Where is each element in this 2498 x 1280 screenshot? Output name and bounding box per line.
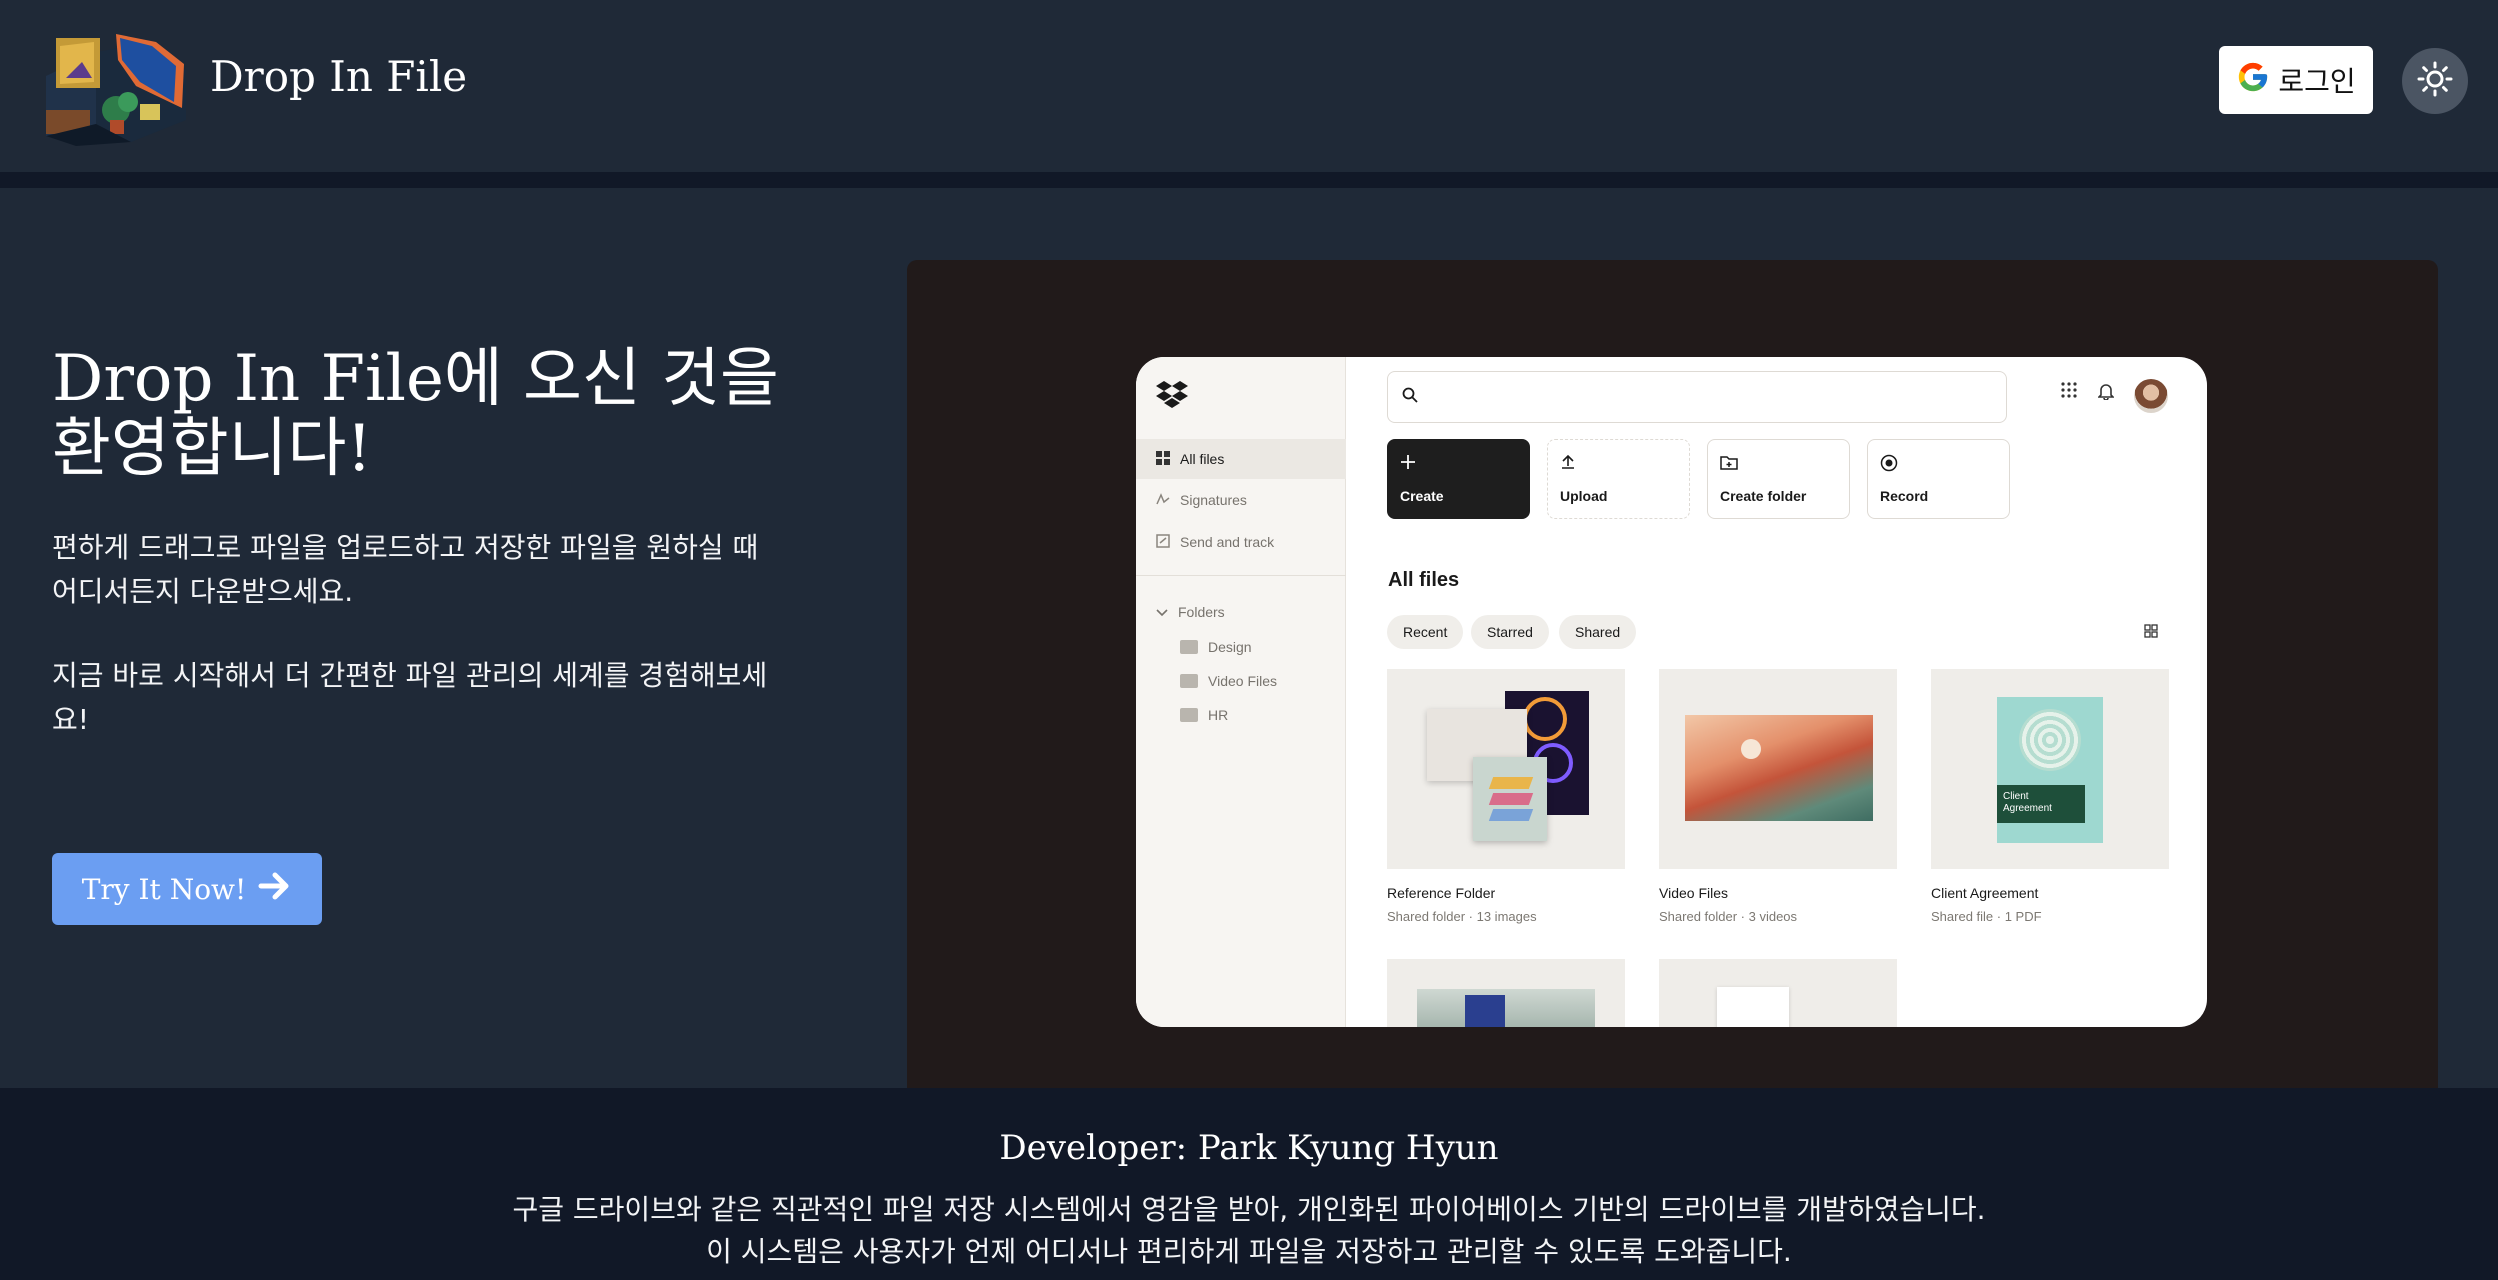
file-card-partial[interactable] [1387, 959, 1625, 1027]
footer: Developer: Park Kyung Hyun 구글 드라이브와 같은 직… [0, 1088, 2498, 1280]
folder-item-video-files[interactable]: Video Files [1180, 673, 1277, 689]
signature-icon [1156, 492, 1170, 509]
create-button[interactable]: Create [1387, 439, 1530, 519]
send-icon [1156, 533, 1170, 551]
isometric-room-logo[interactable] [36, 24, 190, 146]
action-label: Upload [1560, 488, 1608, 504]
header: Drop In File 로그인 [0, 0, 2498, 172]
sidebar-item-label: Signatures [1180, 492, 1247, 508]
filter-recent[interactable]: Recent [1387, 615, 1464, 649]
sidebar-item-label: Send and track [1180, 534, 1275, 550]
folder-icon [1180, 674, 1198, 688]
filter-shared[interactable]: Shared [1559, 615, 1637, 649]
hero-title: Drop In File에 오신 것을 환영합니다! [52, 342, 779, 486]
header-divider [0, 172, 2498, 188]
upload-button[interactable]: Upload [1547, 439, 1690, 519]
folder-plus-icon [1720, 454, 1837, 473]
folders-label: Folders [1178, 604, 1225, 620]
folder-item-design[interactable]: Design [1180, 639, 1252, 655]
cta-label: Try It Now! [81, 872, 247, 906]
sidebar-divider [1136, 575, 1346, 576]
video-files-thumbnail [1659, 669, 1897, 869]
chevron-down-icon [1156, 604, 1168, 620]
google-login-button[interactable]: 로그인 [2219, 46, 2373, 114]
folder-label: HR [1208, 707, 1229, 723]
grid-view-icon[interactable] [2144, 624, 2158, 643]
hero-description-2: 지금 바로 시작해서 더 간편한 파일 관리의 세계를 경험해보세요! [52, 659, 768, 736]
record-icon [1880, 454, 1997, 475]
avatar[interactable] [2134, 379, 2168, 413]
preview-sidebar: All files Signatures Send and track Fold… [1136, 357, 1346, 1027]
footer-description-2: 이 시스템은 사용자가 언제 어디서나 편리하게 파일을 저장하고 관리할 수 … [706, 1235, 1792, 1268]
card-meta: Shared folder · 3 videos [1659, 909, 1798, 924]
partial-thumbnail [1387, 959, 1625, 1027]
sidebar-item-label: All files [1180, 451, 1225, 467]
partial-thumbnail [1659, 959, 1897, 1027]
sun-icon [2417, 61, 2453, 101]
app-preview: All files Signatures Send and track Fold… [907, 260, 2438, 1088]
sidebar-item-all-files[interactable]: All files [1136, 439, 1346, 479]
developer-credit: Developer: Park Kyung Hyun [999, 1128, 1499, 1168]
apps-grid-icon[interactable] [2061, 382, 2077, 403]
dropbox-logo-icon [1156, 381, 1188, 414]
preview-window: All files Signatures Send and track Fold… [1136, 357, 2207, 1027]
card-name: Reference Folder [1387, 885, 1496, 901]
card-name: Video Files [1659, 885, 1729, 901]
filter-starred[interactable]: Starred [1471, 615, 1549, 649]
files-icon [1156, 450, 1170, 468]
footer-description: 구글 드라이브와 같은 직관적인 파일 저장 시스템에서 영감을 받아, 개인화… [512, 1193, 1986, 1226]
search-input[interactable] [1387, 371, 2007, 423]
folder-icon [1180, 708, 1198, 722]
reference-folder-thumbnail [1387, 669, 1625, 869]
card-name: Client Agreement [1931, 885, 2039, 901]
folder-icon [1180, 640, 1198, 654]
folders-toggle[interactable]: Folders [1156, 604, 1225, 620]
card-meta: Shared file · 1 PDF [1931, 909, 2042, 924]
file-card-video-files[interactable]: Video Files Shared folder · 3 videos [1659, 669, 1897, 924]
thumb-label: Client Agreement [1997, 785, 2085, 823]
folder-label: Video Files [1208, 673, 1278, 689]
google-g-icon [2236, 60, 2270, 101]
client-agreement-thumbnail: Client Agreement [1931, 669, 2169, 869]
action-label: Create [1400, 488, 1444, 504]
app-title: Drop In File [210, 52, 468, 101]
create-folder-button[interactable]: Create folder [1707, 439, 1850, 519]
record-button[interactable]: Record [1867, 439, 2010, 519]
folder-label: Design [1208, 639, 1252, 655]
sidebar-item-signatures[interactable]: Signatures [1136, 480, 1346, 520]
upload-icon [1560, 454, 1677, 473]
card-meta: Shared folder · 13 images [1387, 909, 1537, 924]
bell-icon[interactable] [2097, 382, 2115, 405]
login-label: 로그인 [2278, 65, 2356, 98]
hero-description: 편하게 드래그로 파일을 업로드하고 저장한 파일을 원하실 때 어디서든지 다… [52, 531, 759, 608]
arrow-right-icon [258, 871, 292, 908]
file-card-partial[interactable] [1659, 959, 1897, 1027]
theme-toggle-button[interactable] [2402, 48, 2468, 114]
section-title: All files [1388, 569, 1460, 591]
file-card-client-agreement[interactable]: Client Agreement Client Agreement Shared… [1931, 669, 2169, 924]
folder-item-hr[interactable]: HR [1180, 707, 1228, 723]
plus-icon [1400, 454, 1517, 473]
search-icon [1402, 387, 1418, 408]
sidebar-item-send-and-track[interactable]: Send and track [1136, 522, 1346, 562]
try-it-now-button[interactable]: Try It Now! [52, 853, 322, 925]
file-card-reference-folder[interactable]: Reference Folder Shared folder · 13 imag… [1387, 669, 1625, 924]
action-label: Create folder [1720, 488, 1807, 504]
action-label: Record [1880, 488, 1929, 504]
